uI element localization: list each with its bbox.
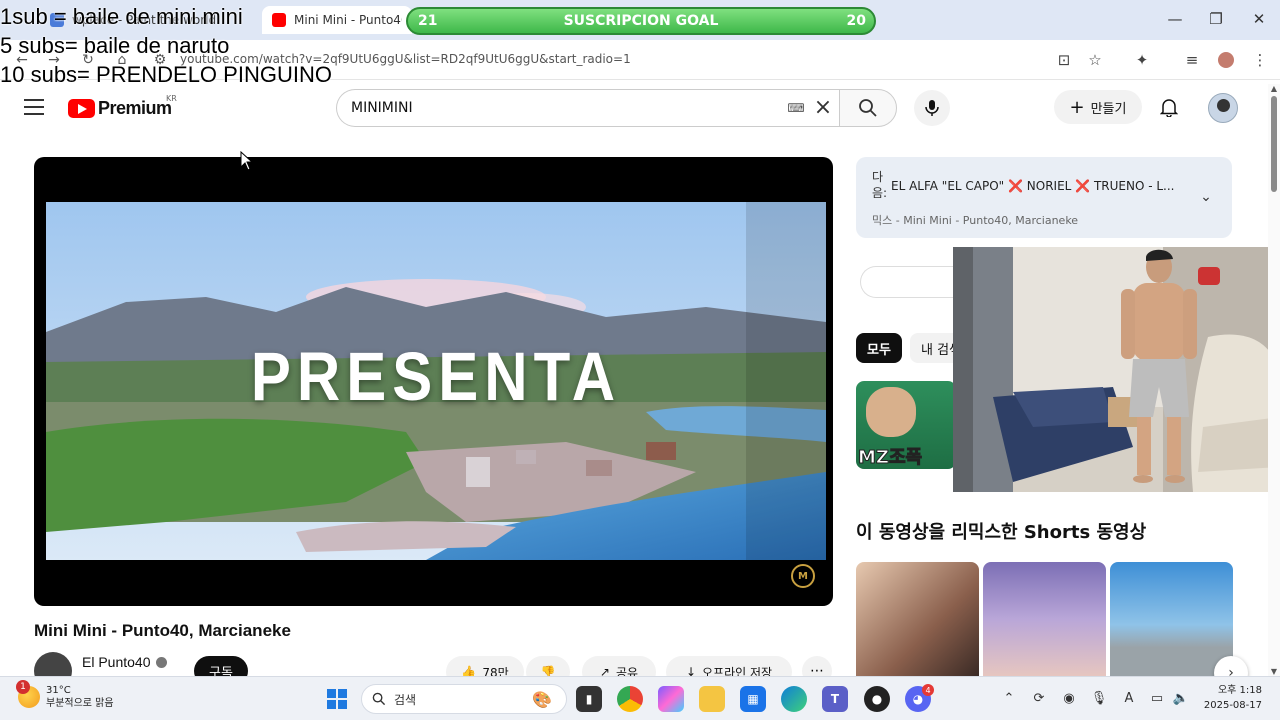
up-next-title: EL ALFA "EL CAPO" ❌ NORIEL ❌ TRUENO - L.… (891, 179, 1191, 193)
clock-time: 오후 1:18 (1217, 685, 1262, 696)
up-next-label: 다음: (872, 170, 888, 200)
scroll-down-icon[interactable]: ▼ (1269, 667, 1279, 676)
create-button[interactable]: + 만들기 (1054, 90, 1142, 124)
thumbnail-text: MZ조폭 (857, 447, 923, 469)
browser-menu-icon[interactable]: ⋮ (1250, 50, 1270, 70)
search-value: MINIMINI (351, 100, 413, 116)
chevron-up-icon[interactable]: ⌃ (1000, 689, 1018, 707)
shorts-section-heading: 이 동영상을 리믹스한 Shorts 동영상 (856, 522, 1147, 543)
system-clock[interactable]: 오후 1:18 2025-08-17 (1202, 683, 1262, 713)
edge-icon[interactable] (781, 686, 807, 712)
channel-name-text: El Punto40 (82, 654, 151, 670)
thumbnail-face (866, 387, 916, 437)
search-icon (859, 99, 877, 117)
goal-target: 20 (846, 13, 866, 29)
extensions-icon[interactable]: ✦ (1132, 50, 1152, 70)
reward-line: 5 subs= baile de naruto (0, 33, 230, 58)
discord-badge: 4 (922, 684, 934, 696)
notifications-button[interactable] (1158, 96, 1180, 118)
weather-badge: 1 (16, 680, 30, 694)
scrollbar-thumb[interactable] (1271, 96, 1277, 192)
short-thumbnail[interactable] (856, 562, 979, 676)
weather-desc: 부분적으로 맑음 (46, 698, 114, 709)
up-next-title-part: NORIEL (1022, 179, 1076, 193)
weather-widget[interactable]: 1 31°C 부분적으로 맑음 (16, 680, 114, 710)
search-icon (372, 692, 386, 706)
reward-line: 10 subs= PRENDELO PINGUINO (0, 62, 332, 87)
recommended-video-thumbnail[interactable]: MZ조폭 (856, 381, 956, 469)
region-code: KR (166, 94, 177, 103)
video-title: Mini Mini - Punto40, Marcianeke (34, 621, 291, 640)
file-explorer-icon[interactable] (699, 686, 725, 712)
voice-search-button[interactable] (914, 90, 950, 126)
weather-temp: 31°C (46, 685, 71, 696)
microphone-icon (925, 100, 939, 116)
profile-icon[interactable] (1216, 50, 1236, 70)
teams-icon[interactable]: T (822, 686, 848, 712)
short-thumbnail[interactable] (1110, 562, 1233, 676)
goal-current: 21 (418, 13, 438, 29)
plus-icon: + (1069, 96, 1085, 118)
youtube-play-icon (68, 99, 95, 118)
keyboard-icon[interactable]: ⌨ (787, 99, 805, 117)
bell-icon (1160, 99, 1178, 117)
create-label: 만들기 (1090, 101, 1127, 117)
hamburger-menu-icon[interactable] (24, 97, 44, 117)
bookmark-star-icon[interactable]: ☆ (1085, 50, 1105, 70)
weather-sun-icon: 1 (16, 680, 40, 708)
restore-icon[interactable]: ❐ (1204, 8, 1228, 30)
copilot-icon[interactable] (658, 686, 684, 712)
up-next-subtitle: 믹스 - Mini Mini - Punto40, Marcianeke (872, 214, 1079, 227)
microphone-tray-icon[interactable]: 🎙 (1090, 689, 1108, 707)
network-icon[interactable]: ▭ (1148, 689, 1166, 707)
cross-mark-icon: ❌ (1075, 179, 1091, 193)
up-next-title-part: TRUENO - L... (1090, 179, 1175, 193)
taskbar-search-label: 검색 (394, 692, 417, 707)
chrome-icon[interactable] (617, 686, 643, 712)
search-input[interactable]: MINIMINI (336, 89, 840, 127)
up-next-title-part: EL ALFA "EL CAPO" (891, 179, 1009, 193)
install-app-icon[interactable]: ⊡ (1054, 50, 1074, 70)
page-scrollbar[interactable]: ▲ ▼ (1268, 84, 1280, 676)
channel-name[interactable]: El Punto40 (82, 654, 167, 670)
sync-icon[interactable]: ⟳ (1030, 689, 1048, 707)
webcam-overlay (953, 247, 1280, 492)
account-avatar[interactable] (1208, 93, 1238, 123)
playlist-search-input[interactable] (860, 266, 960, 298)
taskbar-search[interactable]: 검색 🎨 (361, 684, 567, 714)
task-view-icon[interactable]: ▮ (576, 686, 602, 712)
search-highlight-icon: 🎨 (532, 689, 552, 709)
language-icon[interactable]: A (1120, 689, 1138, 707)
video-overlay-text: PRESENTA (250, 337, 622, 416)
search-button[interactable] (839, 89, 897, 127)
goal-title: SUSCRIPCION GOAL (563, 13, 719, 29)
up-next-panel[interactable]: 다음: EL ALFA "EL CAPO" ❌ NORIEL ❌ TRUENO … (856, 157, 1232, 238)
tray-app-icon[interactable]: ◉ (1060, 689, 1078, 707)
youtube-premium-logo[interactable]: Premium (68, 98, 172, 119)
close-icon[interactable]: ✕ (1247, 8, 1271, 30)
reward-line: 1sub = baile de mini mini (0, 4, 243, 29)
scroll-up-icon[interactable]: ▲ (1269, 84, 1279, 93)
cross-mark-icon: ❌ (1008, 179, 1023, 193)
obs-icon[interactable]: ● (864, 686, 890, 712)
windows-taskbar: 1 31°C 부분적으로 맑음 검색 🎨 ▮ ▦ T ● ◕ 4 ⌃ ⟳ ◉ 🎙… (0, 676, 1280, 720)
subscription-goal-bar: 21 SUSCRIPCION GOAL 20 (406, 7, 876, 35)
clear-search-icon[interactable]: × (812, 95, 834, 120)
sub-rewards-overlay: 1sub = baile de mini mini 5 subs= baile … (0, 2, 332, 89)
store-icon[interactable]: ▦ (740, 686, 766, 712)
video-player[interactable]: PRESENTA M (34, 157, 833, 606)
screen: wplace - Paint the world Mini Mini - Pun… (0, 0, 1280, 720)
chip-all[interactable]: 모두 (856, 333, 902, 363)
short-thumbnail[interactable] (983, 562, 1106, 676)
channel-watermark-icon: M (791, 564, 815, 588)
media-icon[interactable]: ≡ (1182, 50, 1202, 70)
clock-date: 2025-08-17 (1203, 700, 1262, 711)
volume-icon[interactable]: 🔈 (1172, 689, 1190, 707)
logo-brand-text: Premium (98, 98, 172, 118)
minimize-icon[interactable]: — (1163, 8, 1187, 30)
verified-icon (155, 656, 167, 668)
chevron-down-icon[interactable]: ⌄ (1196, 187, 1216, 207)
windows-start-icon[interactable] (327, 689, 347, 709)
